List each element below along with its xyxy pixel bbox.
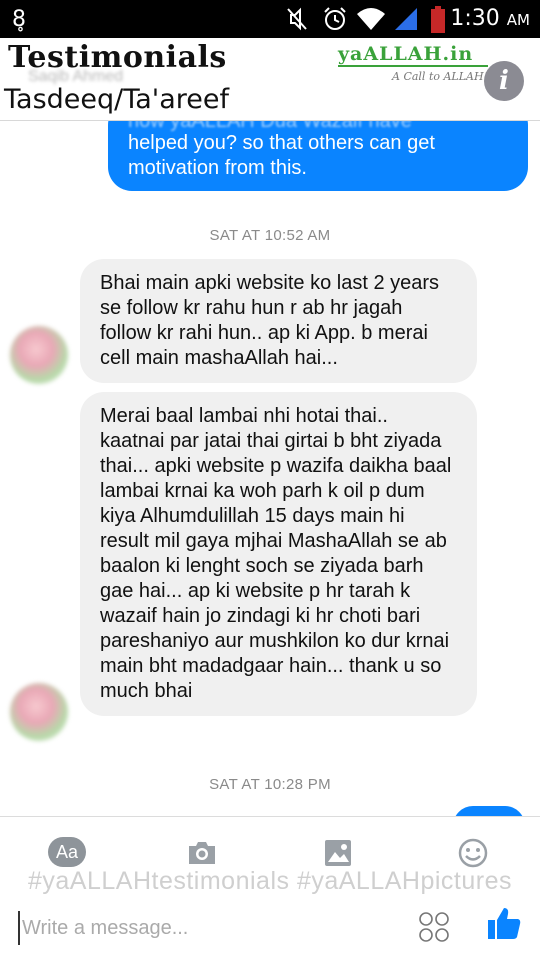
wifi-icon: [357, 8, 385, 30]
mute-icon: [287, 7, 307, 31]
avatar[interactable]: [10, 683, 68, 741]
incoming-message-bubble[interactable]: Bhai main apki website ko last 2 years s…: [80, 259, 477, 383]
avatar[interactable]: [10, 326, 68, 384]
outgoing-message-bubble[interactable]: [453, 806, 525, 816]
composer: Aa #yaALLAHtestimonials #yaALLAHpictures: [0, 816, 540, 960]
message-input[interactable]: [18, 911, 408, 945]
like-icon[interactable]: [486, 905, 522, 941]
message-timestamp: SAT AT 10:28 PM: [209, 776, 331, 793]
page-title: Testimonials: [8, 40, 227, 75]
logo-tagline: A Call to ALLAH!: [392, 70, 488, 83]
info-icon[interactable]: i: [484, 61, 524, 101]
site-logo: yaALLAH.in A Call to ALLAH!: [338, 43, 488, 83]
outgoing-message-bubble[interactable]: how yaALLAH Dua Wazaif have helped you? …: [108, 121, 528, 191]
status-bar: 8̥ 1:30 AM: [0, 0, 540, 38]
message-thread[interactable]: how yaALLAH Dua Wazaif have helped you? …: [0, 121, 540, 816]
emoji-icon[interactable]: [457, 837, 489, 869]
status-time: 1:30 AM: [450, 6, 530, 31]
logo-text: yaALLAH.in: [338, 43, 488, 67]
outgoing-message-partial: how yaALLAH Dua Wazaif have: [128, 121, 508, 131]
signal-icon: [395, 8, 417, 30]
gallery-icon[interactable]: [322, 837, 354, 869]
outgoing-message-text: helped you? so that others can get motiv…: [128, 132, 435, 179]
text-format-button[interactable]: Aa: [48, 837, 86, 867]
incoming-message-text: Merai baal lambai nhi hotai thai.. kaatn…: [100, 405, 452, 702]
incoming-message-bubble[interactable]: Merai baal lambai nhi hotai thai.. kaatn…: [80, 392, 477, 716]
camera-icon[interactable]: [186, 837, 218, 869]
battery-icon: [431, 6, 445, 33]
message-timestamp: SAT AT 10:52 AM: [209, 227, 331, 244]
sticker-grid-icon[interactable]: [418, 911, 450, 943]
header: Saqib Ahmed Testimonials Tasdeeq/Ta'aree…: [0, 38, 540, 120]
status-app-icon: 8̥: [12, 7, 26, 32]
page-subtitle: Tasdeeq/Ta'areef: [4, 84, 230, 115]
hashtag-overlay: #yaALLAHtestimonials #yaALLAHpictures: [27, 867, 512, 895]
incoming-message-text: Bhai main apki website ko last 2 years s…: [100, 272, 440, 369]
alarm-icon: [324, 7, 346, 30]
